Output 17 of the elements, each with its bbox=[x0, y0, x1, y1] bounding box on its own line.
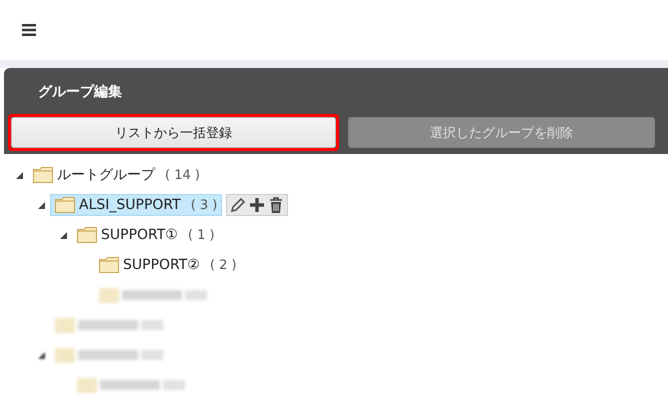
menu-icon[interactable] bbox=[22, 24, 36, 36]
expanded-icon[interactable] bbox=[38, 202, 44, 208]
expanded-icon[interactable] bbox=[38, 352, 44, 358]
expanded-icon[interactable] bbox=[60, 232, 66, 238]
tree-node[interactable]: SUPPORT② ( 2 ) bbox=[94, 254, 242, 276]
expanded-icon[interactable] bbox=[16, 172, 22, 178]
folder-icon bbox=[99, 257, 119, 273]
folder-icon bbox=[77, 227, 97, 243]
tree-node[interactable]: SUPPORT① ( 1 ) bbox=[72, 224, 220, 246]
tree-node[interactable]: ALSI_SUPPORT ( 3 ) bbox=[50, 194, 222, 216]
plus-icon[interactable] bbox=[248, 196, 266, 214]
folder-icon bbox=[33, 167, 53, 183]
action-button[interactable]: リストから一括登録 bbox=[11, 117, 336, 148]
panel-title: グループ編集 bbox=[37, 83, 123, 102]
tree-node[interactable]: ルートグループ ( 14 ) bbox=[28, 163, 205, 187]
pencil-icon[interactable] bbox=[229, 196, 248, 214]
folder-icon bbox=[55, 197, 75, 213]
